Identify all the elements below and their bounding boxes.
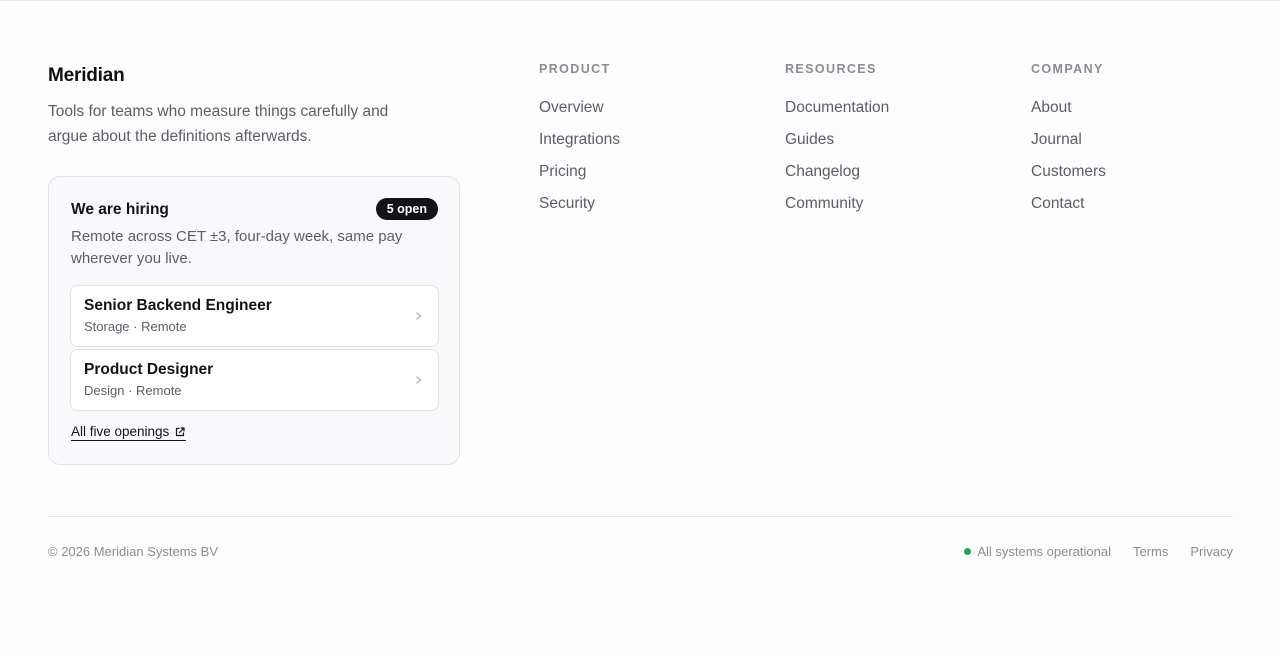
column-heading-resources: RESOURCES [785,62,877,76]
footer-link-journal[interactable]: Journal [1031,131,1082,148]
job-card-senior-backend-engineer[interactable]: Senior Backend Engineer Storage · Remote [70,285,439,347]
privacy-link[interactable]: Privacy [1190,544,1233,559]
column-heading-company: COMPANY [1031,62,1104,76]
copyright-text: © 2026 Meridian Systems BV [48,544,218,559]
all-openings-label: All five openings [71,424,170,439]
job-meta: Storage · Remote [84,319,187,334]
footer-link-contact[interactable]: Contact [1031,195,1084,212]
system-status[interactable]: All systems operational [964,544,1111,559]
footer-link-security[interactable]: Security [539,195,595,212]
hiring-card: We are hiring 5 open Remote across CET ±… [48,176,460,465]
footer-column-company: COMPANY About Journal Customers Contact [1031,62,1231,227]
footer-link-pricing[interactable]: Pricing [539,163,586,180]
column-heading-product: PRODUCT [539,62,611,76]
all-openings-link[interactable]: All five openings [71,424,187,441]
footer-link-integrations[interactable]: Integrations [539,131,620,148]
footer-column-product: PRODUCT Overview Integrations Pricing Se… [539,62,739,227]
terms-link[interactable]: Terms [1133,544,1168,559]
job-meta: Design · Remote [84,383,182,398]
chevron-right-icon [416,376,422,384]
footer-divider [48,516,1233,517]
hiring-description: Remote across CET ±3, four-day week, sam… [71,228,403,267]
footer-link-guides[interactable]: Guides [785,131,834,148]
footer-bottom-links: All systems operational Terms Privacy [964,544,1233,559]
footer-link-overview[interactable]: Overview [539,99,604,116]
brand-logo[interactable]: Meridian [48,65,125,87]
hiring-title: We are hiring [71,201,169,218]
footer-link-about[interactable]: About [1031,99,1072,116]
open-positions-badge: 5 open [375,198,438,220]
footer-column-resources: RESOURCES Documentation Guides Changelog… [785,62,985,227]
external-link-icon [176,426,185,436]
footer-link-customers[interactable]: Customers [1031,163,1106,180]
brand-tagline: Tools for teams who measure things caref… [48,103,389,145]
chevron-right-icon [416,312,422,320]
site-footer: Meridian Tools for teams who measure thi… [48,0,1233,654]
footer-link-community[interactable]: Community [785,195,863,212]
status-text: All systems operational [977,544,1111,559]
job-card-product-designer[interactable]: Product Designer Design · Remote [70,349,439,411]
job-title: Senior Backend Engineer [84,297,272,314]
footer-link-changelog[interactable]: Changelog [785,163,860,180]
footer-link-documentation[interactable]: Documentation [785,99,889,116]
job-title: Product Designer [84,361,214,378]
status-dot-icon [964,548,972,555]
